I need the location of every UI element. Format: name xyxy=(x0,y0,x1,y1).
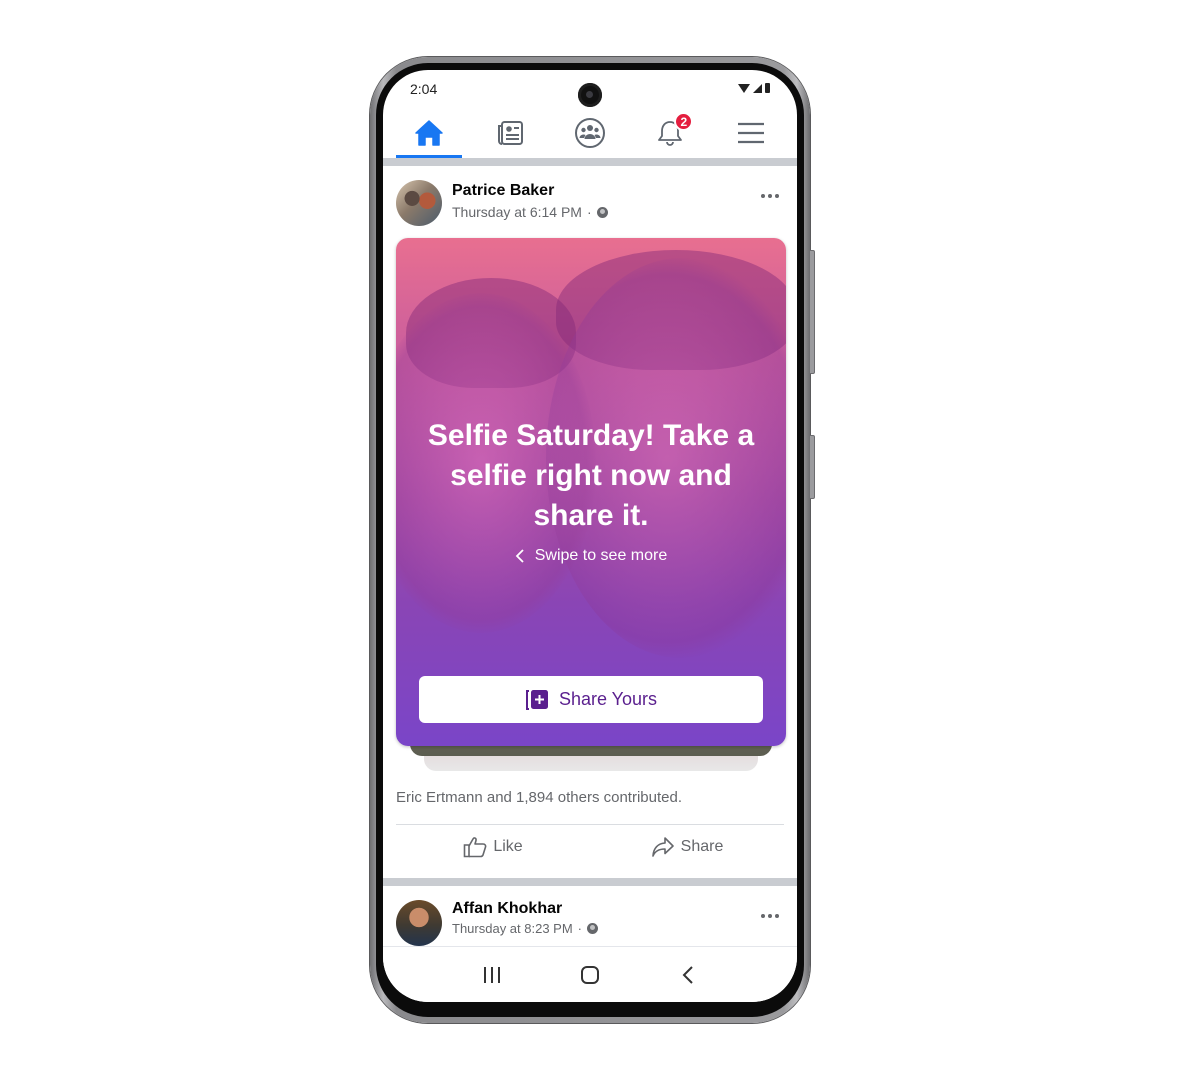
wifi-icon xyxy=(738,83,750,93)
post-author[interactable]: Patrice Baker xyxy=(452,182,554,200)
globe-icon xyxy=(596,206,608,218)
tab-notifications[interactable]: 2 xyxy=(637,110,703,156)
avatar[interactable] xyxy=(396,900,442,946)
collab-card-stack: Selfie Saturday! Take a selfie right now… xyxy=(396,238,786,773)
tab-home[interactable] xyxy=(396,110,463,158)
volume-button xyxy=(810,250,815,374)
top-nav: 2 xyxy=(383,110,797,158)
back-button[interactable] xyxy=(668,955,708,995)
post-actions: Like Share xyxy=(396,825,784,869)
system-nav-bar xyxy=(383,946,797,1002)
dot-icon xyxy=(775,914,779,918)
chevron-left-icon xyxy=(515,549,524,563)
share-yours-button[interactable]: Share Yours xyxy=(419,676,763,723)
post: Patrice Baker Thursday at 6:14 PM · Self… xyxy=(383,166,797,869)
swipe-hint[interactable]: Swipe to see more xyxy=(396,547,786,565)
meta-separator: · xyxy=(577,921,583,936)
home-nav-button[interactable] xyxy=(570,955,610,995)
recents-button[interactable] xyxy=(472,955,512,995)
status-time: 2:04 xyxy=(410,81,438,97)
post-timestamp[interactable]: Thursday at 6:14 PM xyxy=(452,204,582,220)
signal-icon xyxy=(753,83,762,93)
notification-badge: 2 xyxy=(674,112,694,131)
dot-icon xyxy=(761,194,765,198)
feed-divider xyxy=(383,158,797,166)
tab-menu[interactable] xyxy=(718,110,784,156)
feed-divider xyxy=(383,878,797,886)
post-author[interactable]: Affan Khokhar xyxy=(452,900,562,918)
dot-icon xyxy=(775,194,779,198)
meta-separator: · xyxy=(586,204,592,220)
globe-icon xyxy=(587,923,599,934)
more-options-button[interactable] xyxy=(761,914,779,918)
card-prompt-title: Selfie Saturday! Take a selfie right now… xyxy=(427,419,755,532)
swipe-hint-label: Swipe to see more xyxy=(534,547,668,564)
status-bar: 2:04 xyxy=(383,70,797,110)
home-icon xyxy=(415,120,443,146)
status-icons xyxy=(738,83,770,93)
post-meta: Thursday at 8:23 PM · xyxy=(452,921,599,936)
battery-icon xyxy=(765,83,770,93)
phone-frame: 2:04 2 Patrice Baker Thursday at 6:14 PM… xyxy=(370,57,815,1023)
hamburger-menu-icon xyxy=(737,122,764,144)
dot-icon xyxy=(768,914,772,918)
share-arrow-icon xyxy=(651,837,674,857)
groups-icon xyxy=(574,118,605,148)
add-to-collection-icon xyxy=(525,689,548,710)
dot-icon xyxy=(761,914,765,918)
home-button-icon xyxy=(581,965,599,984)
share-yours-label: Share Yours xyxy=(558,689,658,709)
screen: 2:04 2 Patrice Baker Thursday at 6:14 PM… xyxy=(383,70,797,1002)
like-button[interactable]: Like xyxy=(396,825,590,869)
tab-groups[interactable] xyxy=(557,110,623,156)
contributions-text[interactable]: Eric Ertmann and 1,894 others contribute… xyxy=(383,773,797,812)
more-options-button[interactable] xyxy=(761,194,779,198)
front-camera xyxy=(578,83,602,107)
post-header: Patrice Baker Thursday at 6:14 PM · xyxy=(383,166,797,238)
avatar[interactable] xyxy=(396,180,442,226)
share-label: Share xyxy=(680,838,724,855)
news-feed-icon xyxy=(497,121,523,145)
collab-card[interactable]: Selfie Saturday! Take a selfie right now… xyxy=(396,238,786,746)
dot-icon xyxy=(768,194,772,198)
share-button[interactable]: Share xyxy=(590,825,784,869)
back-icon xyxy=(682,965,693,984)
post-timestamp[interactable]: Thursday at 8:23 PM xyxy=(452,921,573,936)
like-label: Like xyxy=(493,838,523,855)
recents-icon xyxy=(484,966,500,983)
post-meta: Thursday at 6:14 PM · xyxy=(452,204,608,220)
thumbs-up-icon xyxy=(464,837,487,858)
power-button xyxy=(810,435,815,499)
tab-news[interactable] xyxy=(477,110,543,156)
